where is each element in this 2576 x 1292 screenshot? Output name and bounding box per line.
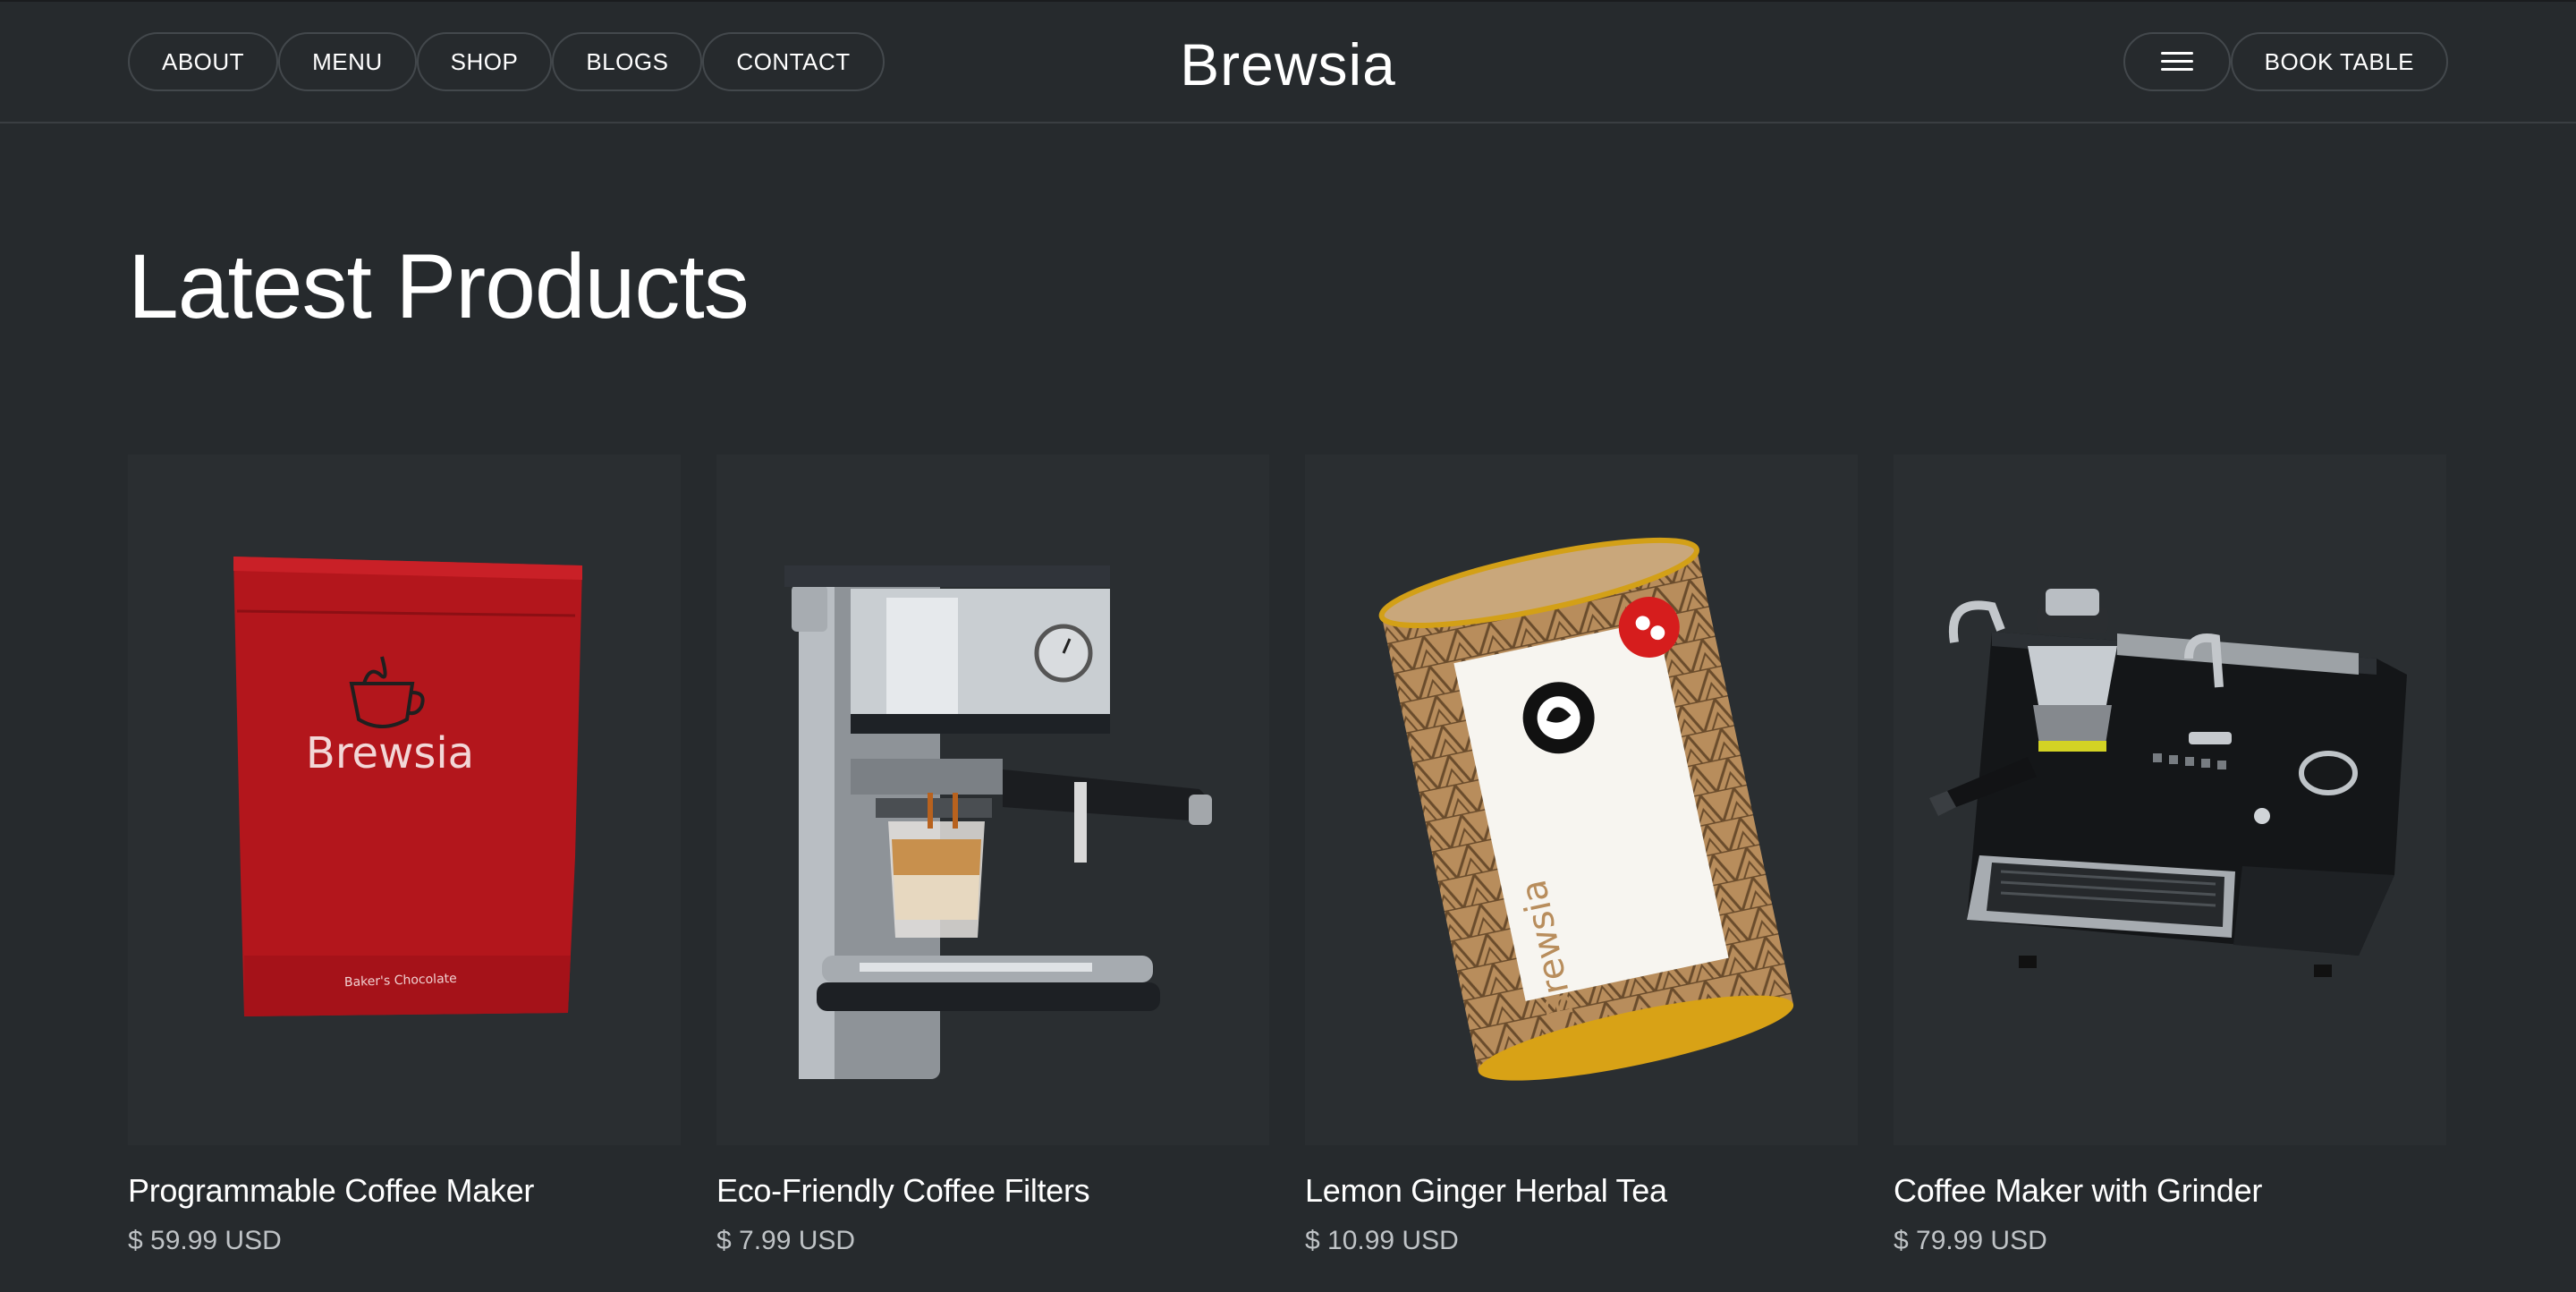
product-image[interactable]: Brewsia Baker's Chocolate [128, 455, 681, 1145]
top-navbar: ABOUT MENU SHOP BLOGS CONTACT Brewsia BO… [0, 0, 2576, 123]
black-espresso-machine-image [1929, 589, 2407, 977]
nav-actions: BOOK TABLE [2123, 32, 2448, 91]
espresso-machine-image [784, 565, 1212, 1079]
product-image[interactable]: Brewsia [1305, 455, 1858, 1145]
product-price: $ 59.99 USD [128, 1226, 282, 1255]
coffee-bag-image: Brewsia Baker's Chocolate [233, 557, 582, 1016]
product-name[interactable]: Coffee Maker with Grinder [1894, 1172, 2446, 1210]
product-price: $ 79.99 USD [1894, 1226, 2047, 1255]
product-price: $ 10.99 USD [1305, 1226, 1459, 1255]
product-card[interactable]: Eco-Friendly Coffee Filters $ 7.99 USD [716, 455, 1269, 1256]
hamburger-icon [2160, 52, 2193, 72]
book-table-button[interactable]: BOOK TABLE [2230, 32, 2448, 91]
tea-canister-image: Brewsia [1378, 537, 1794, 1081]
product-name[interactable]: Lemon Ginger Herbal Tea [1305, 1172, 1858, 1210]
product-image[interactable] [716, 455, 1269, 1145]
product-name[interactable]: Eco-Friendly Coffee Filters [716, 1172, 1269, 1210]
product-card[interactable]: Coffee Maker with Grinder $ 79.99 USD [1894, 455, 2446, 1256]
bag-brand-text: Brewsia [306, 728, 474, 778]
product-price: $ 7.99 USD [716, 1226, 856, 1255]
product-name[interactable]: Programmable Coffee Maker [128, 1172, 681, 1210]
product-card[interactable]: Brewsia Baker's Chocolate Programmable C… [128, 455, 681, 1256]
product-image[interactable] [1894, 455, 2446, 1145]
product-card[interactable]: Brewsia Lemon Ginger Herbal Tea $ 10.99 … [1305, 455, 1858, 1256]
section-title: Latest Products [128, 235, 750, 337]
hamburger-menu-button[interactable] [2123, 32, 2231, 91]
